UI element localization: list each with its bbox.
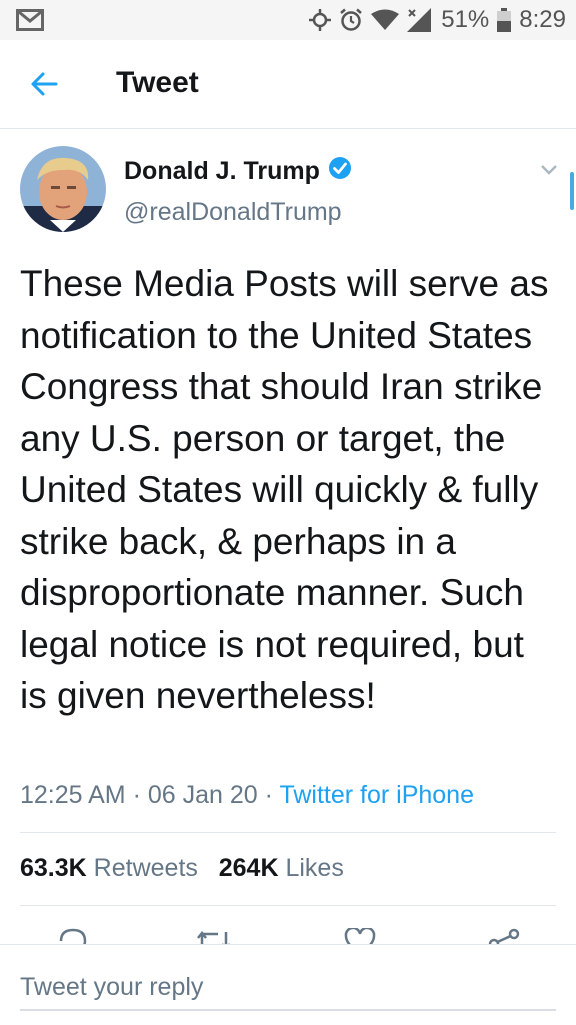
reply-input[interactable] [20,965,556,1011]
retweets-stat[interactable]: 63.3K Retweets [20,854,198,882]
author-name: Donald J. Trump [124,157,320,185]
author-handle[interactable]: @realDonaldTrump [124,198,342,227]
chevron-down-icon[interactable] [540,163,558,181]
verified-badge-icon [328,156,352,187]
tweet-source-link[interactable]: Twitter for iPhone [279,781,474,809]
tweet-meta: 12:25 AM · 06 Jan 20 · Twitter for iPhon… [20,781,474,809]
author-name-row[interactable]: Donald J. Trump [124,156,352,187]
signal-icon [407,8,433,32]
tweet-time: 12:25 AM [20,781,126,809]
likes-count: 264K [218,854,279,882]
likes-label: Likes [285,854,344,882]
tweet-text: These Media Posts will serve as notifica… [20,263,549,716]
retweets-count: 63.3K [20,854,87,882]
tweet-stats: 63.3K Retweets 264K Likes [20,854,344,883]
divider [20,832,556,833]
page-title: Tweet [116,66,199,99]
likes-stat[interactable]: 264K Likes [219,854,344,882]
app-header: Tweet [0,40,576,129]
clock-time: 8:29 [519,6,566,33]
battery-percent: 51% [441,6,490,33]
scrollbar[interactable] [570,172,574,210]
tweet-date: 06 Jan 20 [147,781,258,809]
location-icon [309,9,332,31]
reply-bar [0,944,576,1025]
divider [20,905,556,906]
back-arrow-icon[interactable] [28,68,60,100]
alarm-icon [339,8,363,32]
status-bar: 51% 8:29 [0,0,576,40]
wifi-icon [371,9,400,31]
avatar[interactable] [20,146,106,232]
battery-icon [497,8,512,32]
retweets-label: Retweets [93,854,198,882]
gmail-icon [16,9,44,36]
